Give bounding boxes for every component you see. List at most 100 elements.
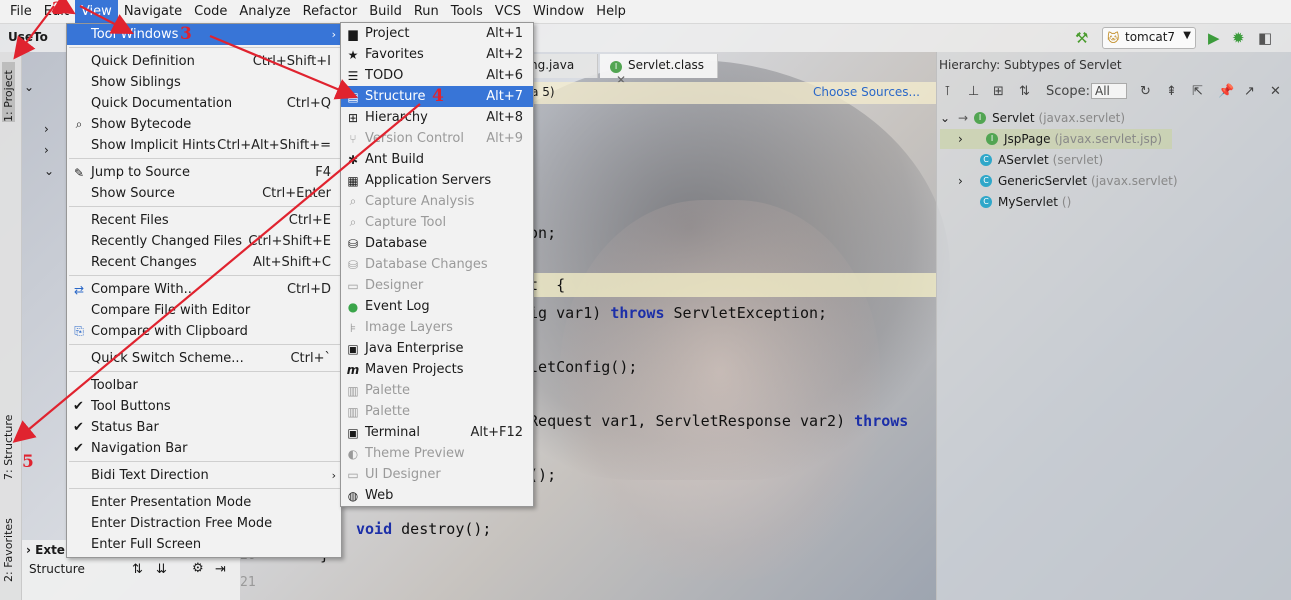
autoscroll-icon[interactable]: ⇞ — [1166, 84, 1177, 99]
refresh-icon[interactable]: ↻ — [1140, 84, 1151, 99]
list-icon: ☰ — [347, 68, 359, 83]
menu-item-full-screen[interactable]: Enter Full Screen — [67, 534, 341, 555]
tree-expand-icon[interactable]: ⌄ — [24, 80, 34, 100]
tw-item-java-enterprise[interactable]: ▣ Java Enterprise — [341, 338, 533, 359]
tw-item-capture-analysis[interactable]: ⌕ Capture Analysis — [341, 191, 533, 212]
tab-favorites[interactable]: 2: Favorites — [2, 512, 15, 582]
menu-item-compare-with-clipboard[interactable]: ⎘ Compare with Clipboard — [67, 321, 341, 342]
class-hierarchy-icon[interactable]: ⊞ — [993, 84, 1004, 99]
run-icon[interactable]: ▶ — [1208, 29, 1220, 47]
menu-item-show-siblings[interactable]: Show Siblings — [67, 72, 341, 93]
run-config-select[interactable]: 🐱 tomcat7 ▼ — [1102, 27, 1196, 49]
tw-item-ui-designer[interactable]: ▭ UI Designer — [341, 464, 533, 485]
menu-item-quick-switch-scheme[interactable]: Quick Switch Scheme... Ctrl+` — [67, 348, 341, 369]
menu-item-compare-with[interactable]: ⇄ Compare With... Ctrl+D — [67, 279, 341, 300]
tw-item-ant-build[interactable]: ✱ Ant Build — [341, 149, 533, 170]
tw-item-version-control[interactable]: ⑂ Version Control Alt+9 — [341, 128, 533, 149]
supertype-icon[interactable]: ⊺ — [944, 84, 951, 99]
menu-item-distraction-free-mode[interactable]: Enter Distraction Free Mode — [67, 513, 341, 534]
choose-sources-link[interactable]: Choose Sources... — [813, 85, 920, 99]
menu-item-tool-windows[interactable]: Tool Windows › — [67, 24, 341, 45]
menu-build[interactable]: Build — [363, 4, 408, 19]
close-icon[interactable]: ✕ — [1270, 84, 1281, 99]
tw-item-theme-preview[interactable]: ◐ Theme Preview — [341, 443, 533, 464]
menu-help[interactable]: Help — [590, 4, 632, 19]
menu-item-quick-documentation[interactable]: Quick Documentation Ctrl+Q — [67, 93, 341, 114]
menu-code[interactable]: Code — [188, 4, 233, 19]
menu-item-tool-buttons[interactable]: ✔ Tool Buttons — [67, 396, 341, 417]
tw-item-application-servers[interactable]: ▦ Application Servers — [341, 170, 533, 191]
tw-item-project[interactable]: ▆ Project Alt+1 — [341, 23, 533, 44]
menu-refactor[interactable]: Refactor — [297, 4, 364, 19]
annotation-number: 2 — [52, 0, 64, 19]
hierarchy-title: Hierarchy: Subtypes of Servlet — [939, 58, 1122, 72]
debug-icon[interactable]: ✹ — [1232, 29, 1245, 47]
hierarchy-row[interactable]: C MyServlet() — [940, 192, 1071, 212]
hierarchy-row[interactable]: ⌄ → I Servlet (javax.servlet) — [940, 108, 1125, 128]
tw-item-palette[interactable]: ▥ Palette — [341, 401, 533, 422]
menu-window[interactable]: Window — [527, 4, 590, 19]
tw-item-palette[interactable]: ▥ Palette — [341, 380, 533, 401]
code-line[interactable]: fig var1) throws ServletException; — [520, 304, 827, 322]
breadcrumb[interactable]: UseTo — [8, 30, 48, 44]
code-line[interactable]: vletConfig(); — [520, 358, 637, 376]
tree-collapse-icon[interactable]: › — [44, 143, 49, 163]
tw-item-maven-projects[interactable]: m Maven Projects — [341, 359, 533, 380]
tw-item-event-log[interactable]: ● Event Log — [341, 296, 533, 317]
menu-item-recently-changed-files[interactable]: Recently Changed Files Ctrl+Shift+E — [67, 231, 341, 252]
tab-structure[interactable]: 7: Structure — [2, 405, 15, 480]
menu-item-navigation-bar[interactable]: ✔ Navigation Bar — [67, 438, 341, 459]
menu-item-toolbar[interactable]: Toolbar — [67, 375, 341, 396]
build-hammer-icon[interactable]: ⚒ — [1075, 29, 1088, 47]
editor-tab-current[interactable]: I Servlet.class ✕ — [600, 54, 718, 87]
class-icon: C — [980, 175, 992, 187]
menu-item-status-bar[interactable]: ✔ Status Bar — [67, 417, 341, 438]
hierarchy-row[interactable]: C AServlet (servlet) — [940, 150, 1103, 170]
menu-item-compare-file-with-editor[interactable]: Compare File with Editor — [67, 300, 341, 321]
hierarchy-row[interactable]: › I JspPage (javax.servlet.jsp) — [940, 129, 1172, 149]
tree-collapse-icon[interactable]: › — [44, 122, 49, 142]
menu-item-show-bytecode[interactable]: ⌕ Show Bytecode — [67, 114, 341, 135]
menu-item-recent-changes[interactable]: Recent Changes Alt+Shift+C — [67, 252, 341, 273]
expand-icon[interactable]: ⇱ — [1192, 84, 1203, 99]
tw-item-hierarchy[interactable]: ⊞ Hierarchy Alt+8 — [341, 107, 533, 128]
hide-icon[interactable]: ⇥ — [215, 562, 226, 577]
tw-item-web[interactable]: ◍ Web — [341, 485, 533, 506]
tab-project[interactable]: 1: Project — [2, 62, 15, 122]
open-icon[interactable]: ↗ — [1244, 84, 1255, 99]
menu-item-jump-to-source[interactable]: ✎ Jump to Source F4 — [67, 162, 341, 183]
gear-icon[interactable]: ⚙ — [192, 561, 204, 576]
tw-item-todo[interactable]: ☰ TODO Alt+6 — [341, 65, 533, 86]
sort-alpha-icon[interactable]: ⇅ — [1019, 84, 1030, 99]
tw-item-database-changes[interactable]: ⛁ Database Changes — [341, 254, 533, 275]
menu-item-show-source[interactable]: Show Source Ctrl+Enter — [67, 183, 341, 204]
menu-tools[interactable]: Tools — [445, 4, 489, 19]
menu-file[interactable]: File — [4, 4, 38, 19]
menu-item-recent-files[interactable]: Recent Files Ctrl+E — [67, 210, 341, 231]
menu-view[interactable]: View — [74, 0, 118, 24]
menu-item-bidi-text-direction[interactable]: Bidi Text Direction › — [67, 465, 341, 486]
tree-expand-icon[interactable]: ⌄ — [44, 164, 54, 184]
menu-run[interactable]: Run — [408, 4, 445, 19]
tw-item-designer[interactable]: ▭ Designer — [341, 275, 533, 296]
coverage-icon[interactable]: ◧ — [1258, 29, 1272, 47]
hierarchy-row[interactable]: › C GenericServlet (javax.servlet) — [940, 171, 1178, 191]
tw-item-image-layers[interactable]: ⊧ Image Layers — [341, 317, 533, 338]
menu-item-show-implicit-hints[interactable]: Show Implicit Hints Ctrl+Alt+Shift+= — [67, 135, 341, 156]
scope-select[interactable]: All — [1091, 83, 1127, 99]
menu-item-presentation-mode[interactable]: Enter Presentation Mode — [67, 492, 341, 513]
collapse-icon[interactable]: ⇊ — [156, 562, 167, 577]
menu-vcs[interactable]: VCS — [489, 4, 527, 19]
tw-item-favorites[interactable]: ★ Favorites Alt+2 — [341, 44, 533, 65]
menu-item-quick-definition[interactable]: Quick Definition Ctrl+Shift+I — [67, 51, 341, 72]
code-line[interactable]: void destroy(); — [356, 520, 491, 538]
menu-analyze[interactable]: Analyze — [233, 4, 296, 19]
pin-icon[interactable]: 📌 — [1218, 84, 1234, 99]
tw-item-terminal[interactable]: ▣ Terminal Alt+F12 — [341, 422, 533, 443]
menu-navigate[interactable]: Navigate — [118, 4, 188, 19]
sort-icon[interactable]: ⇅ — [132, 562, 143, 577]
tw-item-capture-tool[interactable]: ⌕ Capture Tool — [341, 212, 533, 233]
subtype-icon[interactable]: ⊥ — [968, 84, 979, 99]
code-line[interactable]: tRequest var1, ServletResponse var2) thr… — [520, 412, 908, 430]
tw-item-database[interactable]: ⛁ Database — [341, 233, 533, 254]
